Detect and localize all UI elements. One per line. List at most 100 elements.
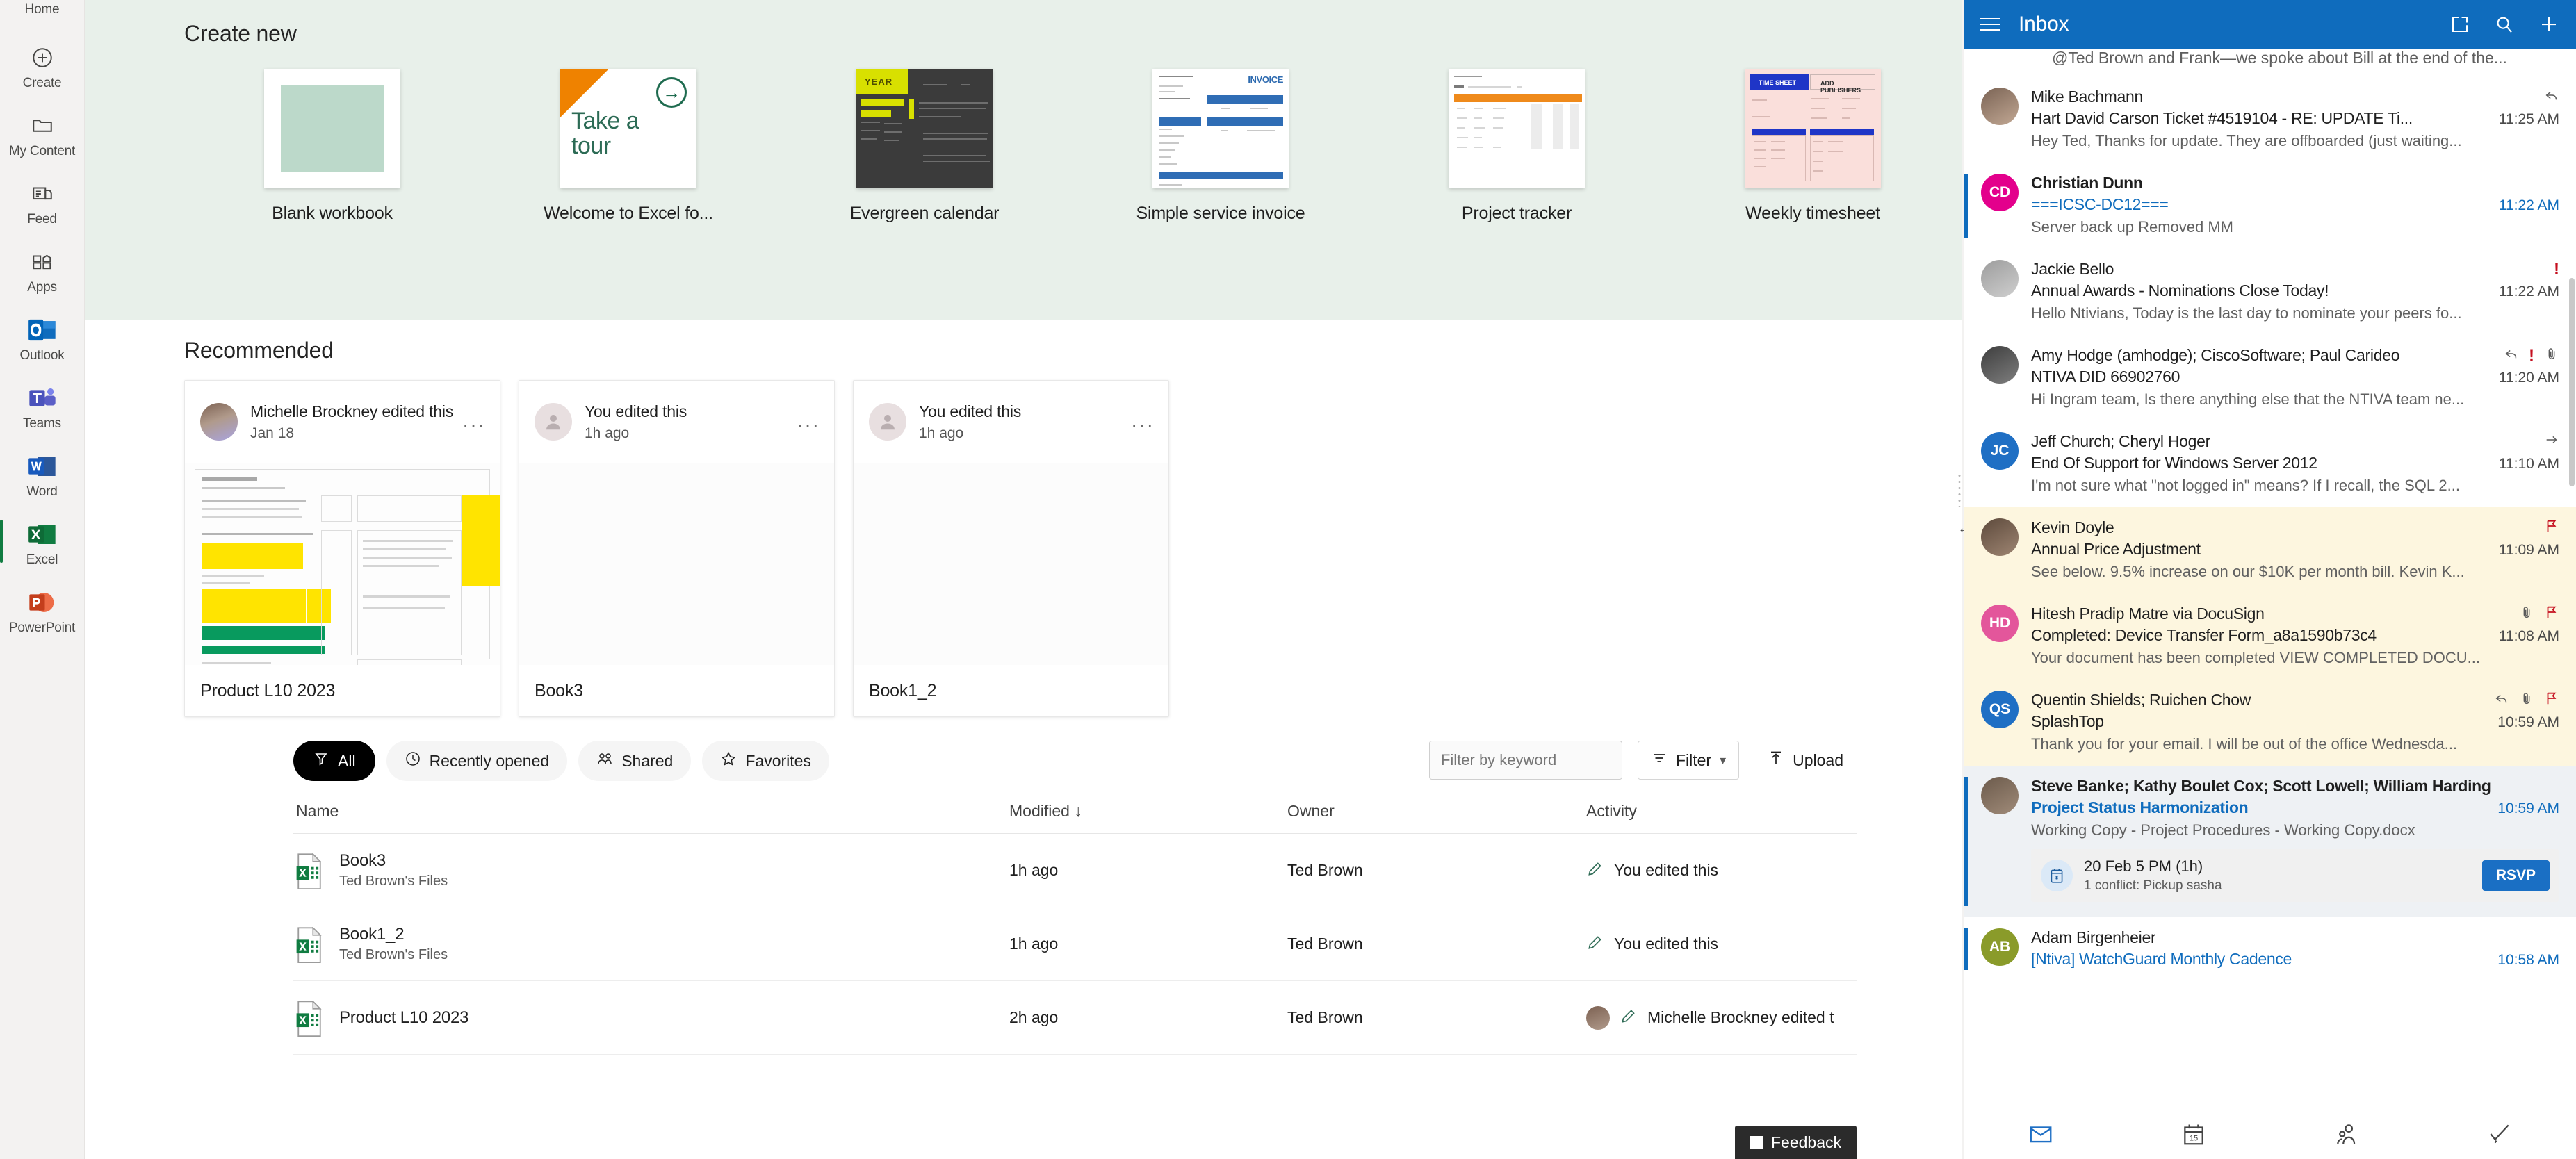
recommended-file-name: Product L10 2023 — [200, 680, 336, 700]
sidebar-item-my-content[interactable]: My Content — [0, 101, 85, 170]
recommended-card-meta: You edited this 1h ago — [919, 402, 1021, 442]
template-card-project-tracker[interactable]: Project tracker — [1369, 66, 1665, 224]
mail-item[interactable]: Jackie Bello ! Annual Awards - Nominatio… — [1964, 249, 2576, 335]
mail-row-subject: End Of Support for Windows Server 2012 1… — [2031, 454, 2559, 472]
recommended-card[interactable]: Michelle Brockney edited this Jan 18 ··· — [184, 380, 500, 717]
mail-item[interactable]: QS Quentin Shields; Ruichen Chow SplashT… — [1964, 680, 2576, 766]
mail-row-subject: [Ntiva] WatchGuard Monthly Cadence 10:58… — [2031, 950, 2559, 969]
plus-icon[interactable] — [2537, 13, 2561, 36]
mail-icon[interactable] — [2023, 1118, 2059, 1150]
mail-subject: Completed: Device Transfer Form_a8a1590b… — [2031, 626, 2377, 644]
template-card-simple-service-invoice[interactable]: INVOICE Simple service invoice — [1073, 66, 1369, 224]
avatar — [1981, 260, 2019, 297]
sidebar-item-create[interactable]: Create — [0, 33, 85, 101]
tasks-check-icon[interactable] — [2481, 1118, 2518, 1150]
more-options-icon[interactable]: ··· — [1131, 414, 1155, 436]
sidebar-item-home[interactable]: Home — [0, 1, 85, 33]
mail-flags — [2519, 605, 2559, 623]
mail-subject: Annual Price Adjustment — [2031, 540, 2201, 558]
column-header-name[interactable]: Name — [293, 802, 1009, 821]
mail-item[interactable]: Mike Bachmann Hart David Carson Ticket #… — [1964, 76, 2576, 163]
invoice-thumb: INVOICE — [1152, 69, 1289, 188]
mail-item[interactable]: CD Christian Dunn ===ICSC-DC12=== 11:22 … — [1964, 163, 2576, 249]
mail-flags — [2544, 432, 2559, 451]
filter-pill-all[interactable]: All — [293, 741, 375, 781]
mail-item[interactable]: Steve Banke; Kathy Boulet Cox; Scott Low… — [1964, 766, 2576, 917]
excel-icon — [24, 517, 60, 552]
template-thumbnail: YEAR — [856, 66, 993, 191]
sidebar-item-outlook[interactable]: Outlook — [0, 306, 85, 374]
upload-button-label: Upload — [1793, 750, 1843, 769]
mail-item[interactable]: HD Hitesh Pradip Matre via DocuSign Comp… — [1964, 593, 2576, 680]
new-window-icon[interactable] — [2448, 13, 2472, 36]
outlook-title: Inbox — [2019, 13, 2069, 35]
file-activity: You edited this — [1586, 933, 1857, 955]
avatar: AB — [1981, 928, 2019, 966]
upload-button[interactable]: Upload — [1754, 741, 1857, 780]
mail-item[interactable]: Amy Hodge (amhodge); CiscoSoftware; Paul… — [1964, 335, 2576, 421]
filter-pill-label: All — [338, 751, 356, 770]
more-options-icon[interactable]: ··· — [797, 414, 820, 436]
rsvp-button[interactable]: RSVP — [2481, 860, 2550, 891]
message-list-scrollbar[interactable] — [2569, 278, 2575, 486]
outlook-message-list[interactable]: @Ted Brown and Frank—we spoke about Bill… — [1964, 49, 2576, 1108]
search-input[interactable] — [1440, 751, 1611, 769]
filter-pill-recently-opened[interactable]: Recently opened — [386, 741, 568, 781]
column-header-activity[interactable]: Activity — [1586, 802, 1857, 821]
template-card-take-a-tour[interactable]: New → Take a tour Welcome to Excel fo... — [480, 66, 776, 224]
search-box[interactable] — [1428, 741, 1622, 780]
sidebar-item-label: Apps — [27, 280, 57, 295]
file-activity-label: You edited this — [1614, 935, 1719, 953]
calendar-15-icon[interactable]: 15 — [2176, 1118, 2212, 1150]
pencil-icon — [1620, 1007, 1638, 1029]
mail-sender: Christian Dunn — [2031, 174, 2143, 192]
filter-pill-shared[interactable]: Shared — [578, 741, 692, 781]
importance-icon: ! — [2554, 259, 2559, 279]
sidebar-item-feed[interactable]: Feed — [0, 170, 85, 238]
column-header-modified[interactable]: Modified ↓ — [1009, 802, 1287, 821]
table-row[interactable]: Book1_2 Ted Brown's Files 1h ago Ted Bro… — [293, 907, 1857, 981]
mail-item[interactable]: AB Adam Birgenheier [Ntiva] WatchGuard M… — [1964, 917, 2576, 981]
avatar — [1981, 518, 2019, 556]
filter-button[interactable]: Filter ▾ — [1637, 741, 1740, 780]
template-label: Evergreen calendar — [849, 204, 1000, 223]
svg-text:15: 15 — [2190, 1134, 2198, 1142]
mail-item[interactable]: Kevin Doyle Annual Price Adjustment 11:0… — [1964, 507, 2576, 593]
meeting-invite-text: 20 Feb 5 PM (1h) 1 conflict: Pickup sash… — [2084, 857, 2222, 894]
avatar: QS — [1981, 691, 2019, 728]
mail-preview: See below. 9.5% increase on our $10K per… — [2031, 563, 2465, 580]
filter-pill-favorites[interactable]: Favorites — [702, 741, 829, 781]
mail-sender: Steve Banke; Kathy Boulet Cox; Scott Low… — [2031, 777, 2491, 795]
recommended-card[interactable]: You edited this 1h ago ··· Book3 — [519, 380, 835, 717]
sidebar-item-label: Outlook — [19, 348, 65, 363]
sidebar-item-word[interactable]: Word — [0, 442, 85, 510]
arrow-right-circle-icon: → — [656, 77, 687, 108]
more-options-icon[interactable]: ··· — [462, 414, 486, 436]
template-card-evergreen-calendar[interactable]: YEAR Evergreen calendar — [776, 66, 1073, 224]
sidebar-item-excel[interactable]: Excel — [0, 510, 85, 578]
hamburger-icon[interactable] — [1980, 13, 2003, 36]
search-icon[interactable] — [2493, 13, 2516, 36]
excel-file-icon — [295, 999, 324, 1037]
recommended-card[interactable]: You edited this 1h ago ··· Book1_2 — [853, 380, 1169, 717]
feedback-label: Feedback — [1770, 1133, 1841, 1151]
timesheet-thumb: TIME SHEET ADD PUBLISHERS — [1745, 69, 1881, 188]
file-location: Ted Brown's Files — [339, 873, 448, 889]
template-card-weekly-timesheet[interactable]: TIME SHEET ADD PUBLISHERS Weekly timeshe… — [1665, 66, 1961, 224]
sidebar-item-powerpoint[interactable]: PowerPoint — [0, 578, 85, 646]
sidebar-item-teams[interactable]: Teams — [0, 374, 85, 442]
meeting-invite-card[interactable]: 20 Feb 5 PM (1h) 1 conflict: Pickup sash… — [2031, 849, 2559, 902]
mail-sender: Adam Birgenheier — [2031, 928, 2156, 946]
table-row[interactable]: Product L10 2023 2h ago Ted Brown Michel… — [293, 981, 1857, 1055]
template-card-blank-workbook[interactable]: Blank workbook — [184, 66, 480, 224]
sidebar-item-apps[interactable]: Apps — [0, 238, 85, 306]
column-header-owner[interactable]: Owner — [1287, 802, 1586, 821]
people-icon[interactable] — [2329, 1118, 2365, 1150]
star-icon — [720, 750, 737, 771]
mail-sender: Amy Hodge (amhodge); CiscoSoftware; Paul… — [2031, 346, 2400, 364]
mail-item[interactable]: JC Jeff Church; Cheryl Hoger End Of Supp… — [1964, 421, 2576, 507]
table-row[interactable]: Book3 Ted Brown's Files 1h ago Ted Brown… — [293, 834, 1857, 907]
feedback-button[interactable]: Feedback — [1734, 1126, 1857, 1159]
mail-sender: Quentin Shields; Ruichen Chow — [2031, 691, 2251, 709]
people-icon — [596, 750, 613, 771]
